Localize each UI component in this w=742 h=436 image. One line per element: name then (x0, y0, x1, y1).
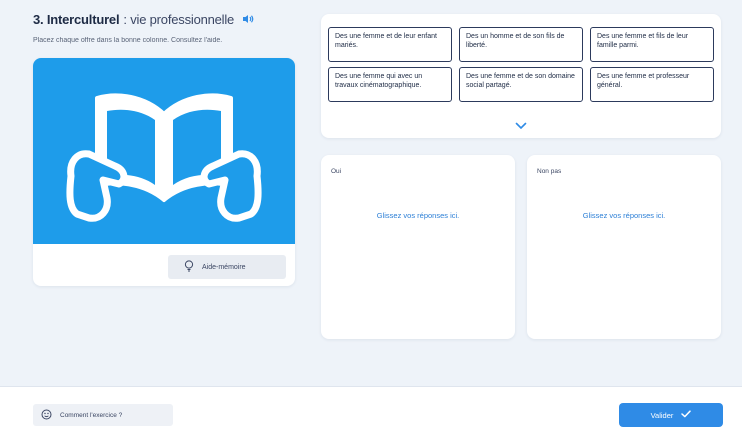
answer-chip[interactable]: Des une femme et fils de leur famille pa… (590, 27, 714, 62)
help-button[interactable]: Aide-mémoire (168, 255, 286, 279)
feedback-button-label: Comment l'exercice ? (60, 411, 123, 419)
footer-bar: Comment l'exercice ? Valider (0, 386, 742, 436)
exercise-app: 3. Interculturel : vie professionnelle P… (0, 0, 742, 436)
lightbulb-icon (184, 260, 194, 274)
answer-chip[interactable]: Des une femme et de leur enfant mariés. (328, 27, 452, 62)
validate-button-label: Valider (650, 410, 674, 420)
answer-chip[interactable]: Des un homme et de son fils de liberté. (459, 27, 583, 62)
answer-chip[interactable]: Des une femme et professeur général. (590, 67, 714, 102)
feedback-icon (41, 409, 52, 422)
drop-zone-hint: Glissez vos réponses ici. (376, 211, 460, 220)
open-book-icon (66, 93, 262, 222)
answer-bank-grid: Des une femme et de leur enfant mariés. … (328, 27, 714, 102)
exercise-instruction: Placez chaque offre dans la bonne colonn… (33, 37, 223, 44)
help-button-label: Aide-mémoire (202, 263, 246, 271)
drop-zone-right[interactable]: Non pas Glissez vos réponses ici. (527, 155, 721, 339)
validate-button[interactable]: Valider (619, 403, 723, 427)
drop-zone-label: Oui (331, 168, 342, 175)
answer-chip[interactable]: Des une femme et de son domaine social p… (459, 67, 583, 102)
drop-zone-label: Non pas (537, 168, 562, 175)
chevron-down-icon[interactable] (513, 120, 529, 132)
answer-bank: Des une femme et de leur enfant mariés. … (321, 14, 721, 138)
checkmark-icon (681, 410, 692, 420)
exercise-title-rest: : vie professionnelle (123, 11, 235, 27)
illustration-card: Aide-mémoire (33, 58, 295, 286)
exercise-title: 3. Interculturel : vie professionnelle (33, 9, 303, 29)
speaker-icon[interactable] (241, 12, 255, 26)
drop-zone-left[interactable]: Oui Glissez vos réponses ici. (321, 155, 515, 339)
book-illustration (33, 58, 295, 244)
exercise-title-strong: 3. Interculturel (33, 11, 120, 27)
answer-chip[interactable]: Des une femme qui avec un travaux cinéma… (328, 67, 452, 102)
feedback-button[interactable]: Comment l'exercice ? (33, 404, 173, 426)
drop-zone-hint: Glissez vos réponses ici. (582, 211, 666, 220)
